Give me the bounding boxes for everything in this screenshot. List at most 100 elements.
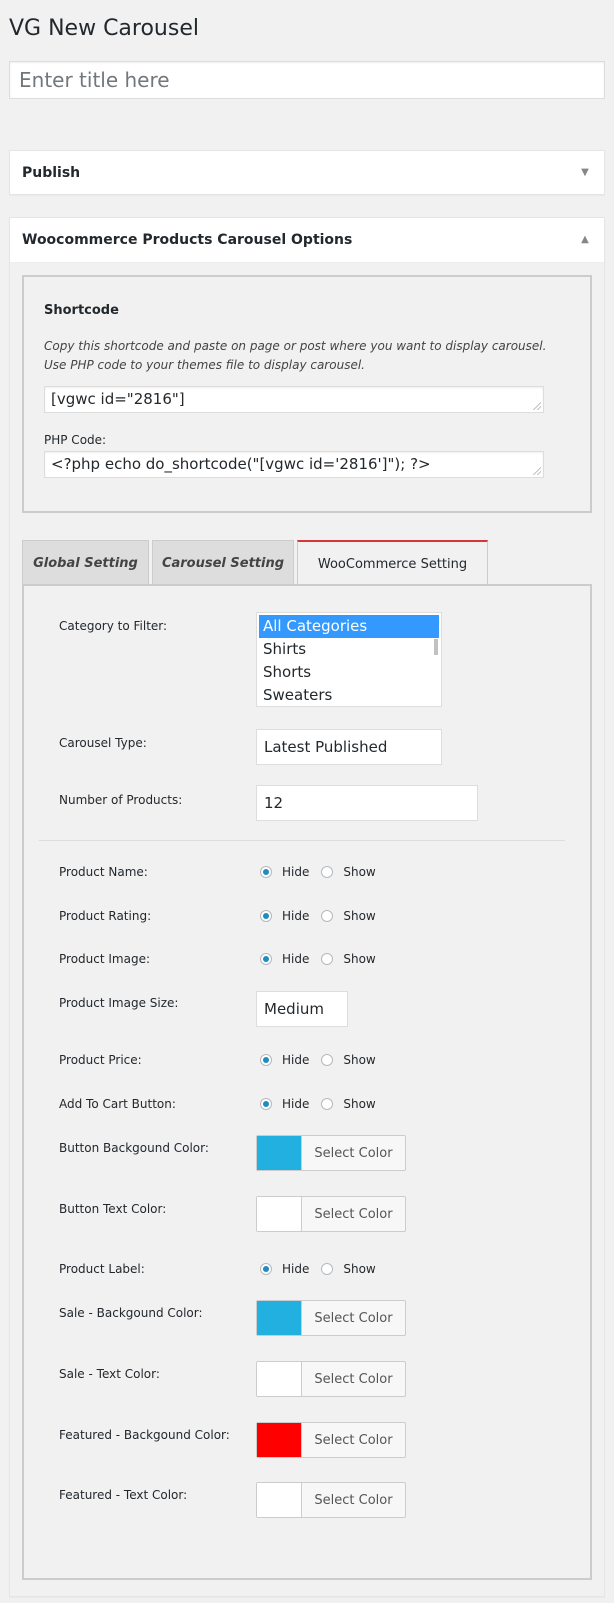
add-to-cart-show-radio[interactable]: [321, 1098, 334, 1110]
color-swatch[interactable]: [257, 1136, 302, 1170]
product-image-size-select[interactable]: Medium: [256, 991, 348, 1027]
list-item[interactable]: All Categories: [259, 615, 439, 638]
add-to-cart-hide-radio[interactable]: [260, 1098, 272, 1110]
carousel-type-label: Carousel Type:: [59, 736, 147, 750]
shortcode-heading: Shortcode: [44, 303, 119, 318]
carousel-type-select[interactable]: Latest Published: [256, 729, 442, 765]
product-name-label: Product Name:: [59, 865, 148, 879]
tab-global-setting[interactable]: Global Setting: [22, 540, 149, 585]
list-item[interactable]: Sweaters: [259, 684, 439, 706]
product-image-hide-radio[interactable]: [260, 953, 272, 965]
product-image-radio-group: Hide Show: [260, 952, 388, 966]
product-price-show-radio[interactable]: [321, 1054, 334, 1066]
product-rating-label: Product Rating:: [59, 909, 152, 923]
select-color-button[interactable]: Select Color: [302, 1483, 405, 1517]
show-label: Show: [343, 909, 376, 923]
caret-down-icon[interactable]: ▼: [578, 167, 592, 178]
product-rating-radio-group: Hide Show: [260, 909, 388, 923]
product-image-label: Product Image:: [59, 952, 151, 966]
product-label-radio-group: Hide Show: [260, 1262, 388, 1276]
button-text-color-picker[interactable]: Select Color: [256, 1196, 406, 1232]
select-color-button[interactable]: Select Color: [302, 1301, 405, 1335]
product-label-show-radio[interactable]: [321, 1263, 334, 1275]
sale-bg-color-picker[interactable]: Select Color: [256, 1300, 406, 1336]
list-item[interactable]: Shirts: [259, 638, 439, 661]
color-swatch[interactable]: [257, 1423, 302, 1457]
product-image-size-label: Product Image Size:: [59, 996, 179, 1010]
product-rating-hide-radio[interactable]: [260, 910, 272, 922]
add-to-cart-label: Add To Cart Button:: [59, 1097, 176, 1111]
show-label: Show: [343, 865, 376, 879]
hide-label: Hide: [282, 1097, 310, 1111]
hide-label: Hide: [282, 909, 310, 923]
caret-up-icon[interactable]: ▲: [578, 234, 592, 245]
select-color-button[interactable]: Select Color: [302, 1362, 405, 1396]
shortcode-desc-line2: Use PHP code to your themes file to disp…: [44, 358, 365, 372]
product-image-show-radio[interactable]: [321, 953, 334, 965]
product-label-label: Product Label:: [59, 1262, 145, 1276]
select-color-button[interactable]: Select Color: [302, 1197, 405, 1231]
featured-bg-color-picker[interactable]: Select Color: [256, 1422, 406, 1458]
product-name-radio-group: Hide Show: [260, 865, 388, 879]
product-name-hide-radio[interactable]: [260, 866, 272, 878]
button-bg-color-label: Button Backgound Color:: [59, 1141, 209, 1155]
product-price-label: Product Price:: [59, 1053, 142, 1067]
resize-grip-icon[interactable]: [533, 402, 541, 410]
publish-box-title: Publish: [22, 164, 81, 181]
category-filter-list[interactable]: All Categories Shirts Shorts Sweaters: [256, 612, 442, 707]
product-price-radio-group: Hide Show: [260, 1053, 388, 1067]
tab-woocommerce-setting[interactable]: WooCommerce Setting: [297, 540, 488, 586]
product-label-hide-radio[interactable]: [260, 1263, 272, 1275]
color-swatch[interactable]: [257, 1483, 302, 1517]
php-code-field[interactable]: <?php echo do_shortcode("[vgwc id='2816'…: [44, 451, 544, 478]
product-price-hide-radio[interactable]: [260, 1054, 272, 1066]
divider: [39, 840, 565, 841]
show-label: Show: [343, 1097, 376, 1111]
shortcode-desc-line1: Copy this shortcode and paste on page or…: [44, 339, 547, 353]
page-title: VG New Carousel: [9, 16, 199, 41]
shortcode-panel: Shortcode Copy this shortcode and paste …: [22, 275, 592, 513]
carousel-options-box: Woocommerce Products Carousel Options ▲ …: [9, 217, 605, 1597]
product-name-show-radio[interactable]: [321, 866, 334, 878]
resize-grip-icon[interactable]: [533, 467, 541, 475]
post-title-input[interactable]: [9, 61, 605, 99]
select-color-button[interactable]: Select Color: [302, 1136, 405, 1170]
shortcode-field[interactable]: [vgwc id="2816"]: [44, 386, 544, 413]
featured-text-color-label: Featured - Text Color:: [59, 1488, 188, 1502]
number-of-products-label: Number of Products:: [59, 793, 183, 807]
select-color-button[interactable]: Select Color: [302, 1423, 405, 1457]
button-bg-color-picker[interactable]: Select Color: [256, 1135, 406, 1171]
color-swatch[interactable]: [257, 1301, 302, 1335]
hide-label: Hide: [282, 1053, 310, 1067]
hide-label: Hide: [282, 865, 310, 879]
show-label: Show: [343, 952, 376, 966]
shortcode-value: [vgwc id="2816"]: [51, 390, 185, 408]
featured-text-color-picker[interactable]: Select Color: [256, 1482, 406, 1518]
sale-text-color-label: Sale - Text Color:: [59, 1367, 160, 1381]
button-text-color-label: Button Text Color:: [59, 1202, 167, 1216]
category-filter-label: Category to Filter:: [59, 619, 168, 633]
shortcode-description: Copy this shortcode and paste on page or…: [44, 337, 546, 375]
number-of-products-input[interactable]: 12: [256, 785, 478, 821]
list-scrollbar[interactable]: [434, 639, 438, 655]
carousel-options-inside: Shortcode Copy this shortcode and paste …: [10, 262, 604, 1596]
publish-box: Publish ▼: [9, 150, 605, 195]
show-label: Show: [343, 1262, 376, 1276]
php-code-value: <?php echo do_shortcode("[vgwc id='2816'…: [51, 455, 431, 473]
publish-box-header[interactable]: Publish ▼: [10, 151, 604, 194]
list-item[interactable]: Shorts: [259, 661, 439, 684]
color-swatch[interactable]: [257, 1362, 302, 1396]
carousel-options-title: Woocommerce Products Carousel Options: [22, 231, 353, 248]
show-label: Show: [343, 1053, 376, 1067]
sale-text-color-picker[interactable]: Select Color: [256, 1361, 406, 1397]
product-rating-show-radio[interactable]: [321, 910, 334, 922]
sale-bg-color-label: Sale - Backgound Color:: [59, 1306, 203, 1320]
tab-carousel-setting[interactable]: Carousel Setting: [152, 540, 294, 585]
hide-label: Hide: [282, 1262, 310, 1276]
woocommerce-setting-panel: Category to Filter: All Categories Shirt…: [22, 584, 592, 1580]
color-swatch[interactable]: [257, 1197, 302, 1231]
hide-label: Hide: [282, 952, 310, 966]
carousel-options-header[interactable]: Woocommerce Products Carousel Options ▲: [10, 218, 604, 261]
featured-bg-color-label: Featured - Backgound Color:: [59, 1428, 230, 1442]
php-code-label: PHP Code:: [44, 433, 107, 447]
